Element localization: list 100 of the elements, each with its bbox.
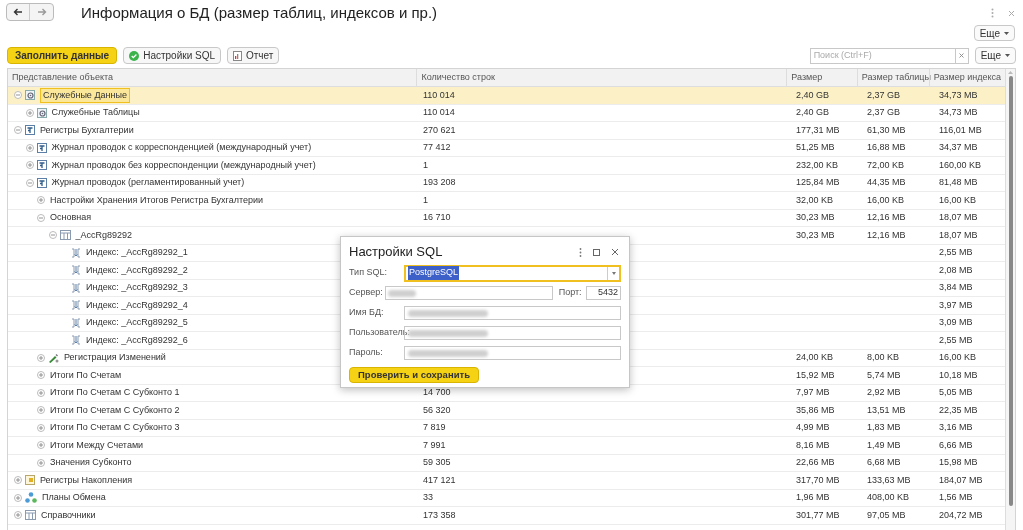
expand-icon[interactable] [25,161,34,170]
table-cell: 2,08 MB [939,263,973,277]
collapse-icon[interactable] [14,91,22,100]
tree-item-label[interactable]: Регистрация Изменений [64,351,166,365]
table-cell: 2,40 GB [796,88,830,102]
port-field[interactable]: 5432 [585,286,621,300]
table-cell-text: 2,37 GB [867,106,901,119]
collapse-icon[interactable] [48,231,57,240]
table-cell: 6,66 MB [939,438,973,452]
column-header[interactable]: Количество строк [421,70,495,85]
expand-icon[interactable] [14,476,22,485]
scroll-up-icon[interactable] [1008,71,1013,74]
tree-item-label[interactable]: Значения Субконто [50,456,132,470]
tree-item-label[interactable]: Индекс: _AccRg89292_3 [86,281,188,295]
collapse-icon[interactable] [37,213,45,222]
table-cell: 1 [423,158,428,172]
field-label: Сервер: [349,286,383,300]
tree-item-label[interactable]: Итоги По Счетам [50,368,122,382]
table-cell: 34,73 MB [939,88,978,102]
register-icon [25,475,35,486]
tree-item-label[interactable]: Индекс: _AccRg89292_1 [86,246,188,260]
column-header[interactable]: Размер [791,70,823,85]
tree-item-label[interactable]: Справочники [41,508,96,522]
tree-item-label[interactable]: Индекс: _AccRg89292_5 [86,316,188,330]
tree-item-label[interactable]: Планы Обмена [42,491,106,505]
report-button[interactable]: Отчет [227,47,280,64]
pencil-icon [48,352,59,363]
tree-item-label[interactable]: Журнал проводок без корреспонденции (международный учет) [51,158,316,172]
table-cell: 301,77 MB [796,508,840,522]
scrollbar-thumb[interactable] [1008,76,1013,506]
expand-icon[interactable] [37,388,45,397]
table-cell: 173 358 [423,508,456,522]
index-icon [71,265,81,276]
tree-item-label[interactable]: Регистры Накопления [40,473,133,487]
column-header[interactable]: Представление объекта [12,70,113,85]
column-header[interactable]: Размер таблицы [861,70,931,85]
close-icon[interactable] [611,248,619,256]
table-cell: 12,16 MB [867,228,906,242]
input-field[interactable] [404,346,621,360]
tree-item-label[interactable]: Настройки Хранения Итогов Регистра Бухгалтерии [50,193,264,207]
search-field[interactable]: Поиск (Ctrl+F) [809,47,956,64]
field-label: Пароль: [349,347,383,358]
table-cell-text: 34,37 MB [939,141,978,154]
table-cell: 13,51 MB [867,403,906,417]
tree-item-label[interactable]: _AccRg89292 [75,228,133,242]
table-cell-text: 7,97 MB [796,386,830,399]
register-icon [36,160,47,171]
tree-item-label[interactable]: Индекс: _AccRg89292_6 [86,333,188,347]
tree-item-label[interactable]: Служебные Таблицы [51,106,140,120]
expand-icon[interactable] [37,423,45,432]
expand-icon[interactable] [37,196,45,205]
tree-item-label[interactable]: Итоги По Счетам С Субконто 3 [50,421,180,435]
tree-item-label[interactable]: Индекс: _AccRg89292_4 [86,298,188,312]
tree-item-label[interactable]: Итоги По Счетам С Субконто 1 [50,386,180,400]
sql-settings-button[interactable]: Настройки SQL [123,47,221,64]
table-cell-text: 1,83 MB [867,421,901,434]
expand-icon[interactable] [14,493,22,502]
table-cell-text: 81,48 MB [939,176,978,189]
table-cell-text: 1,56 MB [939,491,973,504]
server-field[interactable] [384,286,553,300]
maximize-icon[interactable] [593,248,600,256]
column-header[interactable]: Размер индекса [933,70,1001,85]
table-cell-text: 51,25 MB [796,141,835,154]
expand-icon[interactable] [37,353,45,362]
gear-table-icon [25,90,35,101]
fill-data-button[interactable]: Заполнить данные [7,47,118,64]
table-cell: 110 014 [423,88,455,102]
clear-icon[interactable] [959,53,965,58]
index-icon [71,317,81,328]
collapse-icon[interactable] [25,178,34,187]
expand-icon[interactable] [37,441,45,450]
more-vertical-icon[interactable] [579,247,582,257]
expand-icon[interactable] [37,371,45,380]
dropdown-caret-icon [611,271,616,275]
more-button[interactable]: Еще [974,47,1016,64]
table-cell-text: 1,96 MB [796,491,830,504]
tree-item-label[interactable]: Журнал проводок с корреспонденцией (международный учет) [51,141,312,155]
expand-icon[interactable] [37,406,45,415]
tree-item-label[interactable]: Журнал проводок (регламентированный учет) [51,176,245,190]
check-and-save-button[interactable]: Проверить и сохранить [349,367,479,383]
table-cell: 204,72 MB [939,508,983,522]
table-cell-text: 16,88 MB [867,141,906,154]
expand-icon[interactable] [25,108,34,117]
table-cell: 2,37 GB [867,88,901,102]
tree-item-label[interactable]: Итоги По Счетам С Субконто 2 [50,403,180,417]
tree-item-label[interactable]: Служебные Данные [40,87,130,103]
tree-item-label[interactable]: Регистры Бухгалтерии [40,123,134,137]
expand-icon[interactable] [37,458,45,467]
table-cell: 317,70 MB [796,473,840,487]
table-cell: 7 991 [423,438,446,452]
tree-item-label[interactable]: Основная [50,211,92,225]
tree-item-label[interactable]: Индекс: _AccRg89292_2 [86,263,188,277]
more-vertical-icon[interactable] [991,8,994,18]
sql-type-dropdown[interactable]: PostgreSQL [404,264,621,282]
expand-icon[interactable] [25,143,34,152]
expand-icon[interactable] [14,511,22,520]
tree-item-label[interactable]: Итоги Между Счетами [50,438,144,452]
collapse-icon[interactable] [14,126,22,135]
input-field[interactable] [404,306,621,320]
more-button[interactable]: Еще [973,25,1015,41]
